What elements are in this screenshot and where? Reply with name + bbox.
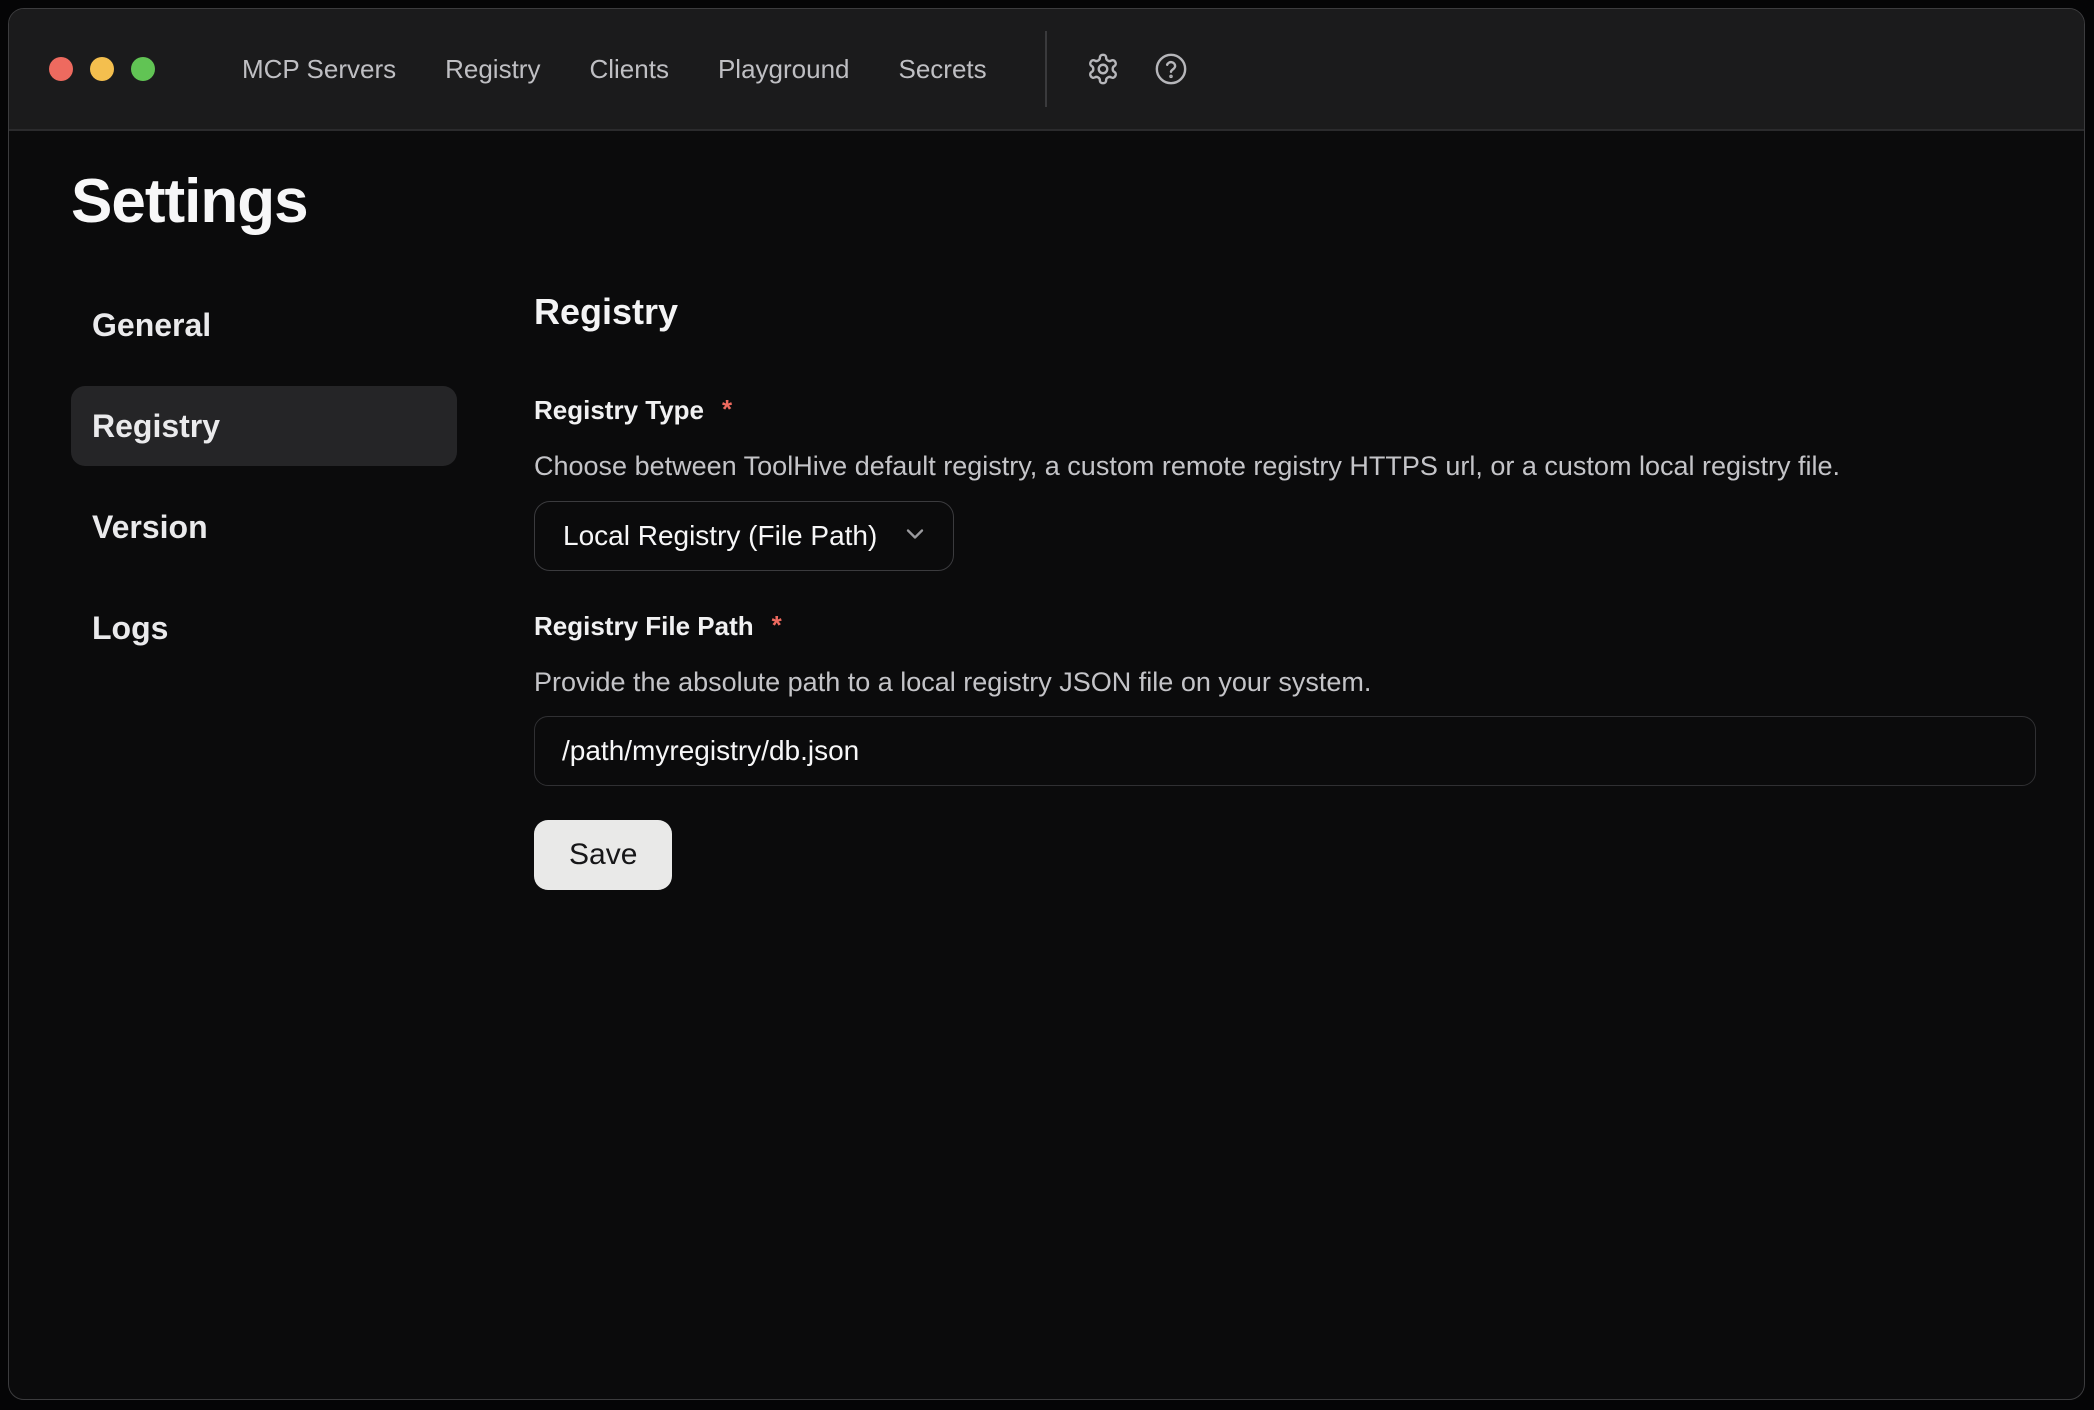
help-circle-icon xyxy=(1154,52,1188,86)
sidebar-item-general[interactable]: General xyxy=(71,285,457,365)
chevron-down-icon xyxy=(901,520,929,553)
titlebar-divider xyxy=(1045,31,1047,107)
registry-file-path-description: Provide the absolute path to a local reg… xyxy=(534,665,2036,699)
sidebar-item-version[interactable]: Version xyxy=(71,487,457,567)
nav-item-clients[interactable]: Clients xyxy=(589,54,668,85)
nav-item-registry[interactable]: Registry xyxy=(445,54,540,85)
settings-button[interactable] xyxy=(1085,51,1121,87)
help-button[interactable] xyxy=(1153,51,1189,87)
sidebar-item-logs[interactable]: Logs xyxy=(71,588,457,668)
registry-type-label-text: Registry Type xyxy=(534,393,704,427)
required-marker: * xyxy=(722,392,732,426)
registry-type-description: Choose between ToolHive default registry… xyxy=(534,449,2036,483)
save-button[interactable]: Save xyxy=(534,820,672,890)
app-window: MCP Servers Registry Clients Playground … xyxy=(8,8,2085,1400)
registry-type-select[interactable]: Local Registry (File Path) xyxy=(534,501,954,571)
registry-type-label: Registry Type * xyxy=(534,393,2036,427)
nav-item-playground[interactable]: Playground xyxy=(718,54,850,85)
sidebar-item-registry[interactable]: Registry xyxy=(71,386,457,466)
panel-heading: Registry xyxy=(534,290,2036,334)
close-window-button[interactable] xyxy=(49,57,73,81)
gear-icon xyxy=(1086,52,1120,86)
page-title: Settings xyxy=(71,170,2084,234)
registry-settings-panel: Registry Registry Type * Choose between … xyxy=(534,285,2036,890)
settings-page: Settings General Registry Version Logs R… xyxy=(9,170,2084,890)
nav-item-mcp-servers[interactable]: MCP Servers xyxy=(242,54,396,85)
minimize-window-button[interactable] xyxy=(90,57,114,81)
registry-file-path-input[interactable] xyxy=(534,716,2036,786)
top-nav: MCP Servers Registry Clients Playground … xyxy=(242,54,987,85)
required-marker: * xyxy=(772,608,782,642)
registry-type-selected-value: Local Registry (File Path) xyxy=(563,520,877,552)
registry-file-path-label-text: Registry File Path xyxy=(534,609,754,643)
zoom-window-button[interactable] xyxy=(131,57,155,81)
traffic-lights xyxy=(49,57,155,81)
registry-file-path-label: Registry File Path * xyxy=(534,609,2036,643)
titlebar: MCP Servers Registry Clients Playground … xyxy=(9,9,2084,131)
settings-sidebar: General Registry Version Logs xyxy=(71,285,457,689)
nav-item-secrets[interactable]: Secrets xyxy=(899,54,987,85)
